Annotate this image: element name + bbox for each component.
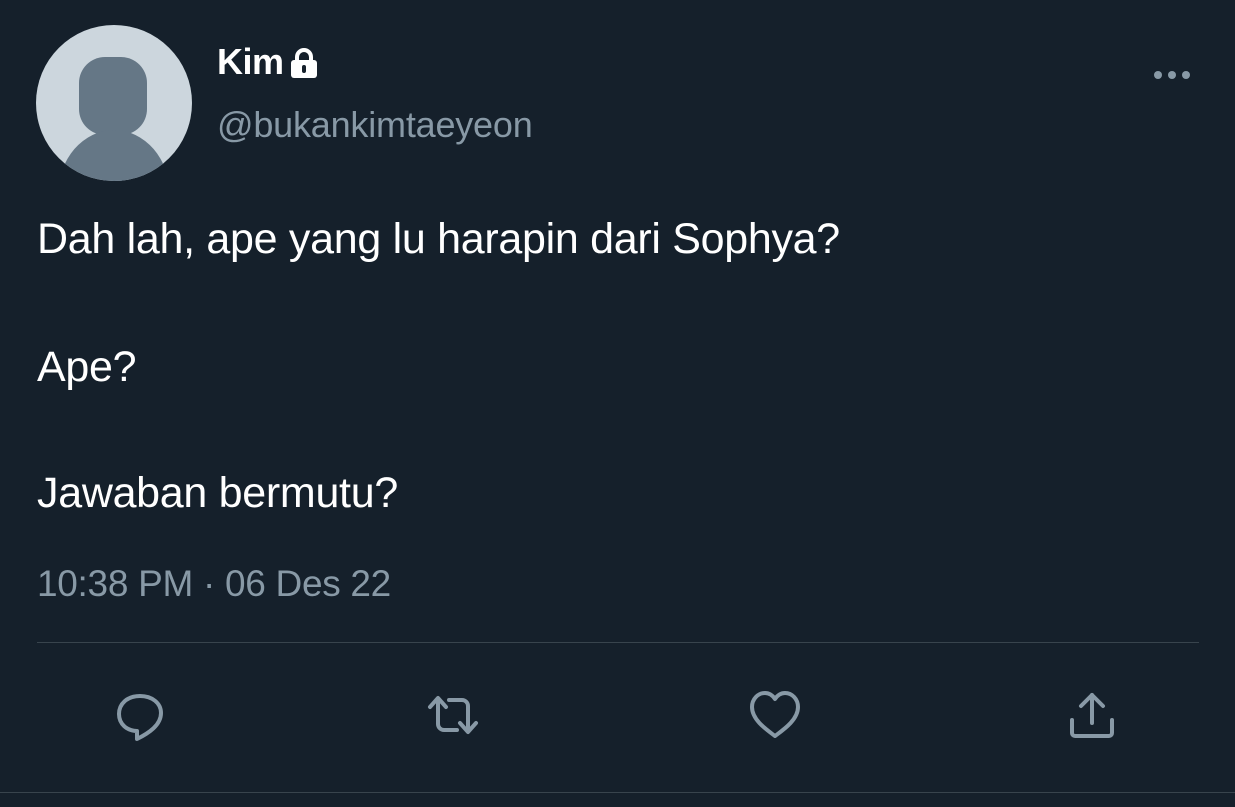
like-button[interactable] (746, 686, 804, 744)
more-icon[interactable] (1150, 64, 1194, 86)
default-avatar-icon (59, 57, 169, 181)
retweet-icon (428, 696, 478, 734)
reply-icon (117, 694, 163, 741)
tweet-date: 06 Des 22 (224, 563, 391, 604)
share-icon (1070, 693, 1114, 738)
tweet-time: 10:38 PM (37, 563, 193, 604)
lock-icon (289, 47, 319, 79)
tweet-text-line: Dah lah, ape yang lu harapin dari Sophya… (37, 215, 840, 263)
share-button[interactable] (1063, 686, 1121, 744)
divider (37, 642, 1199, 643)
display-name-row[interactable]: Kim (217, 40, 319, 84)
reply-button[interactable] (111, 686, 169, 744)
meta-separator: · (202, 563, 215, 604)
display-name[interactable]: Kim (217, 41, 284, 83)
tweet-text-line: Jawaban bermutu? (37, 469, 398, 517)
tweet-card: Kim @bukankimtaeyeon Dah lah, ape yang l… (0, 0, 1235, 807)
heart-icon (750, 691, 800, 738)
divider (0, 792, 1235, 793)
username[interactable]: @bukankimtaeyeon (217, 104, 533, 146)
tweet-timestamp[interactable]: 10:38 PM · 06 Des 22 (37, 563, 391, 605)
avatar[interactable] (36, 25, 192, 181)
tweet-text-line: Ape? (37, 343, 137, 391)
retweet-button[interactable] (424, 686, 482, 744)
